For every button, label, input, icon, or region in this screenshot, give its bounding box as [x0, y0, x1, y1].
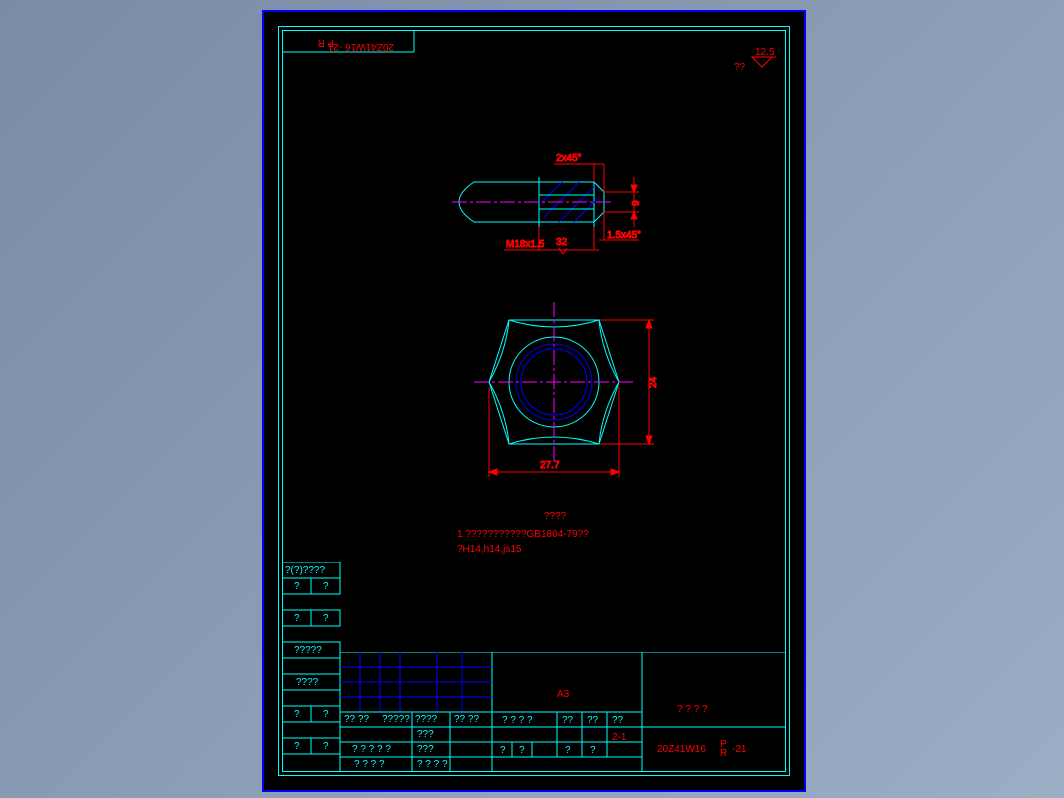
surface-mark: ?? [734, 62, 746, 72]
notes-title: ???? [544, 511, 567, 522]
svg-text:????: ???? [415, 714, 438, 725]
drawing-number-main: 20Z41W16 [657, 744, 706, 755]
svg-text:? ? ? ?: ? ? ? ? [502, 715, 533, 726]
svg-text:??: ?? [587, 715, 599, 726]
top-drawing-number-sub: P R [318, 37, 335, 48]
svg-text:? ? ? ?: ? ? ? ? [417, 759, 448, 770]
top-drawing-number: 20Z41W16 -21 [327, 41, 394, 52]
thread-dim: M18x1.5 32 [504, 227, 599, 254]
revision-grid [340, 652, 492, 712]
drawing-title: ? ? ? ? [677, 704, 708, 715]
svg-text:?: ? [500, 745, 506, 756]
svg-text:???: ??? [417, 729, 434, 740]
svg-text:??: ?? [612, 715, 624, 726]
side-view: 2x45° 1.5x45° M18x1.5 32 9 [444, 142, 744, 272]
svg-text:24: 24 [648, 376, 659, 388]
svg-text:?: ? [519, 745, 525, 756]
svg-text:R: R [720, 748, 727, 759]
svg-text:???: ??? [417, 744, 434, 755]
top-header-svg: 20Z41W16 -21 P R 12.5 ?? [264, 12, 804, 72]
svg-text:32: 32 [556, 237, 568, 248]
sheet-size: A3 [557, 689, 570, 700]
svg-text:?: ? [294, 613, 300, 624]
svg-text:?: ? [565, 745, 571, 756]
svg-text:9: 9 [631, 200, 642, 206]
front-view: 24 27.7 [444, 282, 744, 512]
svg-text:?: ? [294, 581, 300, 592]
svg-text:?: ? [323, 581, 329, 592]
svg-text:M18x1.5: M18x1.5 [506, 239, 545, 250]
notes-line1: 1.???????????GB1804-79?? [457, 529, 589, 540]
svg-text:?? ??: ?? ?? [344, 714, 369, 725]
svg-text:?? ??: ?? ?? [454, 714, 479, 725]
svg-text:? ? ? ?: ? ? ? ? [354, 759, 385, 770]
svg-text:27.7: 27.7 [540, 460, 560, 471]
svg-text:?: ? [590, 745, 596, 756]
notes-block: ???? 1.???????????GB1804-79?? ?H14,h14,j… [444, 507, 844, 577]
svg-text:?????: ????? [382, 714, 410, 725]
drawing-sheet: 20Z41W16 -21 P R 12.5 ?? [262, 10, 806, 792]
surface-finish-value: 12.5 [755, 47, 775, 58]
svg-text:?(?)????: ?(?)???? [285, 565, 325, 576]
drawing-number-suffix: -21 [732, 744, 747, 755]
surface-finish-symbol: 12.5 [752, 47, 776, 67]
chamfer1-dim: 2x45° [554, 153, 604, 192]
title-block: A3 ? ? ? ? 20Z41W16 P R -21 [282, 652, 786, 772]
svg-text:? ? ? ? ?: ? ? ? ? ? [352, 744, 391, 755]
svg-text:2x45°: 2x45° [556, 153, 582, 164]
svg-text:??: ?? [562, 715, 574, 726]
svg-text:1.5x45°: 1.5x45° [607, 230, 641, 241]
svg-text:?: ? [323, 613, 329, 624]
notes-line2: ?H14,h14,js15 [457, 544, 522, 555]
scale-value: 2-1 [612, 732, 627, 743]
